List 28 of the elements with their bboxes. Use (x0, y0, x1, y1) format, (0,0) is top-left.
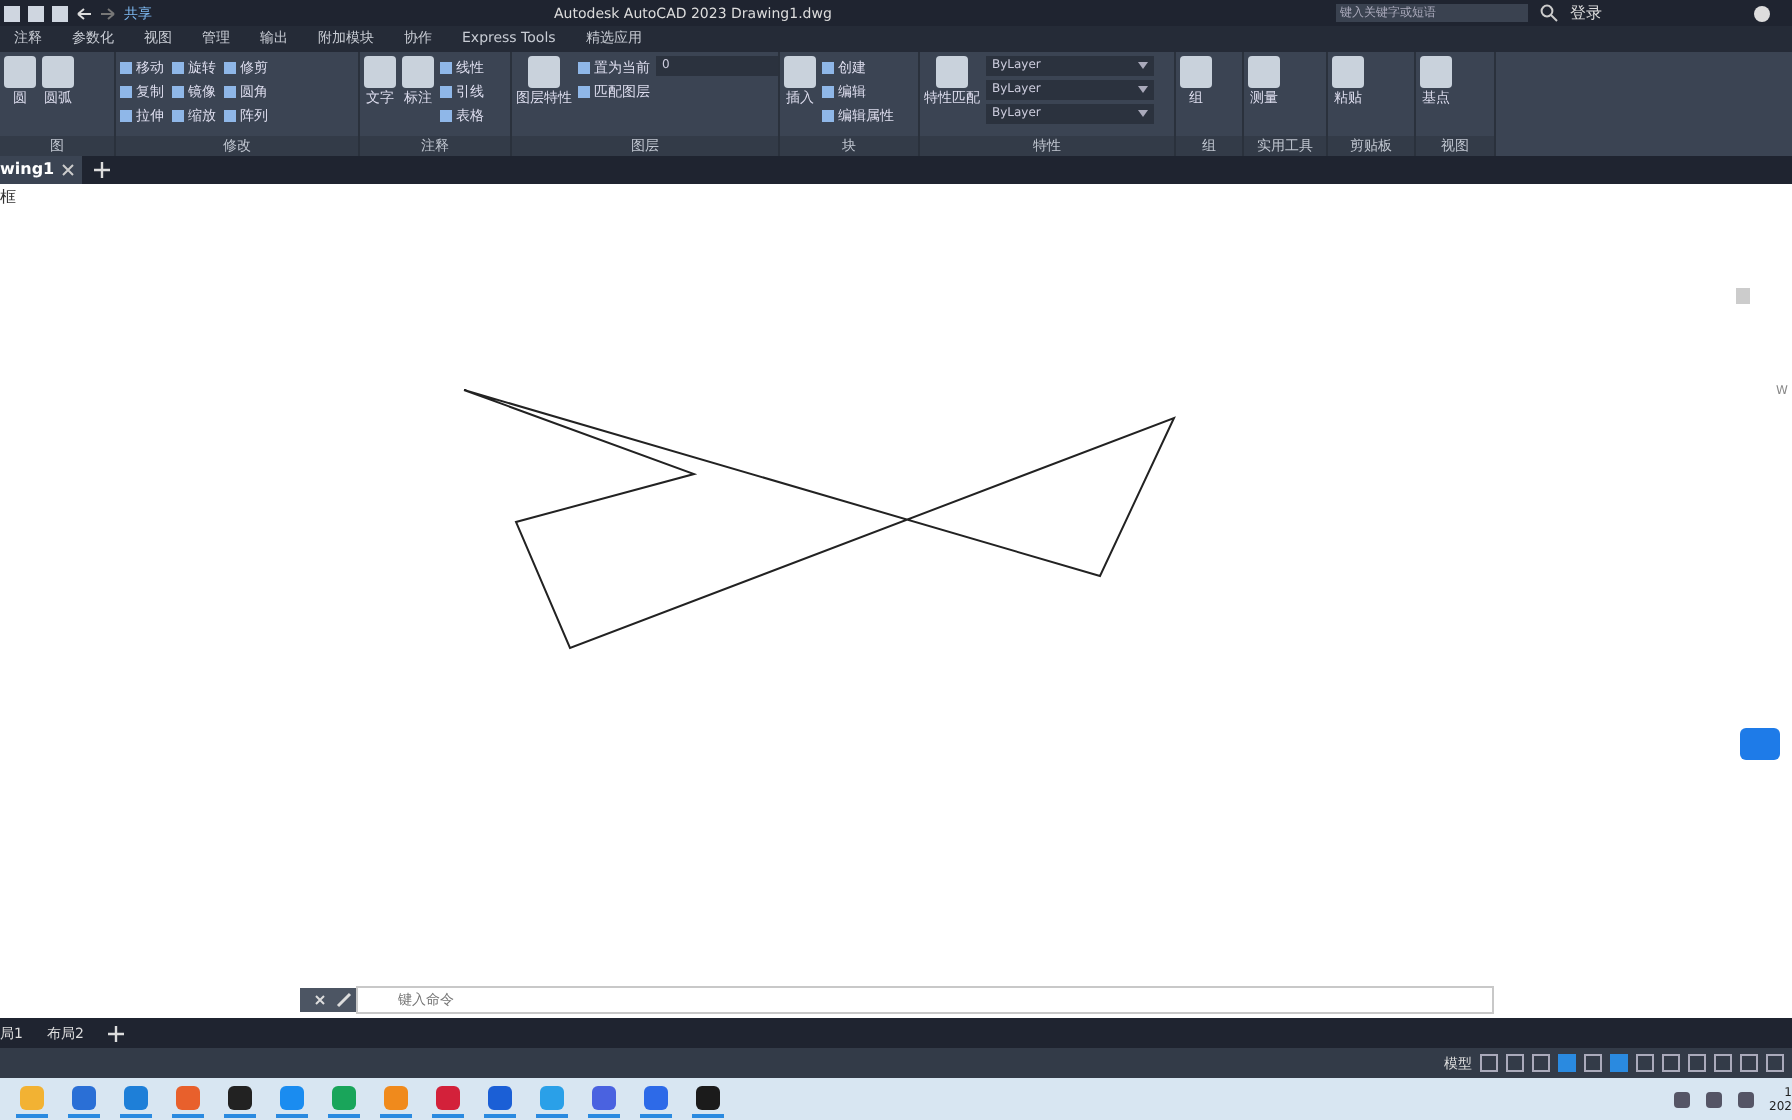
taskbar-app-icon[interactable] (224, 1081, 256, 1117)
status-toggle-icon[interactable] (1740, 1054, 1758, 1072)
close-icon[interactable] (62, 164, 75, 176)
new-layout-icon[interactable] (107, 1025, 124, 1041)
status-toggle-icon[interactable] (1636, 1054, 1654, 1072)
undo-icon[interactable] (76, 7, 92, 19)
status-toggle-icon[interactable] (1610, 1054, 1628, 1072)
status-toggle-icon[interactable] (1662, 1054, 1680, 1072)
caret-icon[interactable] (1138, 62, 1148, 70)
document-tab[interactable]: wing1 (0, 156, 83, 184)
caret-icon[interactable] (1138, 86, 1148, 94)
caret-icon[interactable] (1138, 110, 1148, 118)
viewport-label[interactable]: 框 (0, 186, 16, 208)
wrench-icon[interactable] (332, 988, 356, 1012)
status-toggle-icon[interactable] (1688, 1054, 1706, 1072)
status-toggle-icon[interactable] (1766, 1054, 1784, 1072)
status-toggle-icon[interactable] (1584, 1054, 1602, 1072)
new-tab-icon[interactable] (94, 162, 111, 178)
command-line-grip[interactable] (300, 988, 308, 1012)
search-icon[interactable] (1540, 4, 1558, 22)
redo-icon[interactable] (100, 7, 116, 19)
status-toggle-icon[interactable] (1714, 1054, 1732, 1072)
status-toggle-icon[interactable] (1480, 1054, 1498, 1072)
status-toggle-icon[interactable] (1532, 1054, 1550, 1072)
taskbar-app-icon[interactable] (692, 1081, 724, 1117)
status-toggle-icon[interactable] (1506, 1054, 1524, 1072)
sign-in-link[interactable]: 登录 (1570, 2, 1602, 24)
status-toggle-icon[interactable] (1558, 1054, 1576, 1072)
